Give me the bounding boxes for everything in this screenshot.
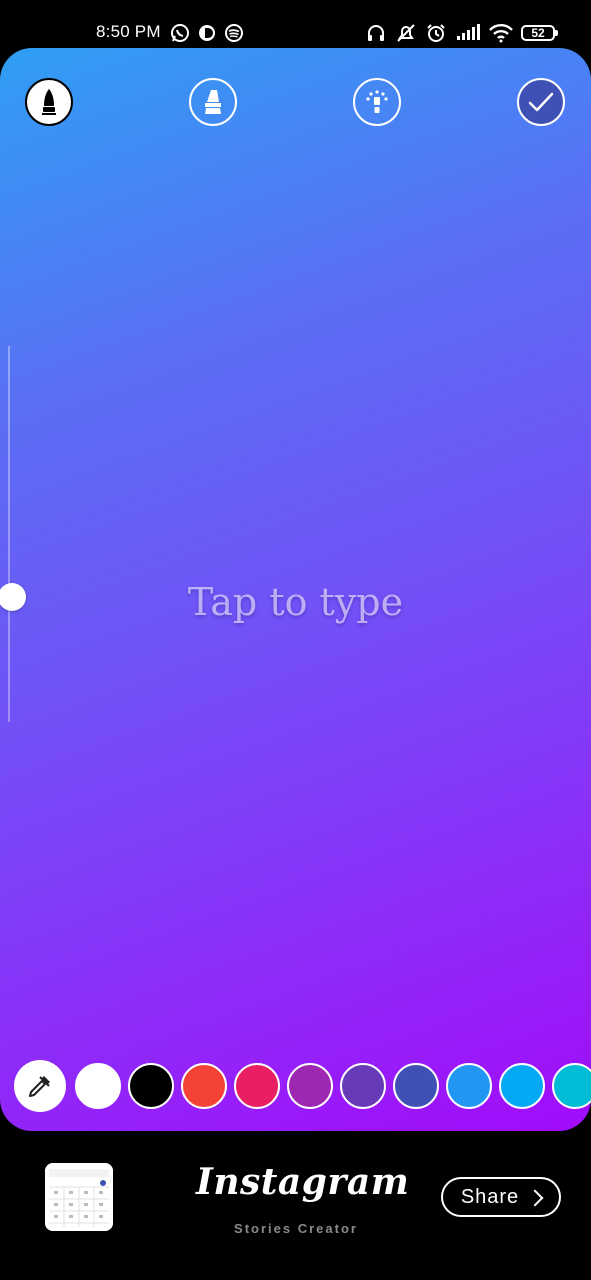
done-button[interactable] bbox=[517, 78, 565, 126]
eyedropper-icon bbox=[29, 1076, 50, 1097]
app-icon bbox=[199, 25, 215, 41]
story-canvas[interactable]: Tap to type bbox=[0, 48, 591, 1131]
marker-icon bbox=[42, 89, 56, 115]
calculator-preview-image bbox=[45, 1163, 113, 1231]
chevron-right-icon bbox=[526, 1189, 544, 1206]
effects-tool-button[interactable] bbox=[353, 78, 401, 126]
share-label: Share bbox=[460, 1185, 520, 1208]
share-button[interactable]: Share bbox=[441, 1177, 561, 1217]
color-swatch[interactable] bbox=[499, 1063, 545, 1109]
color-swatch[interactable] bbox=[287, 1063, 333, 1109]
brand-logo: Instagram bbox=[196, 1161, 410, 1203]
size-slider-track[interactable] bbox=[8, 346, 10, 722]
color-swatch[interactable] bbox=[181, 1063, 227, 1109]
done-check-icon bbox=[528, 92, 554, 112]
eyedropper-button[interactable] bbox=[14, 1060, 66, 1112]
bottom-bar: Instagram Stories Creator Share bbox=[0, 1131, 591, 1280]
color-swatch[interactable] bbox=[393, 1063, 439, 1109]
app-thumbnail[interactable] bbox=[45, 1163, 113, 1231]
color-swatch[interactable] bbox=[128, 1063, 174, 1109]
status-time: 8:50 PM bbox=[96, 22, 161, 41]
app-screen: 8:50 PM 52 Tap to type Instagram Stories… bbox=[0, 0, 591, 1280]
color-swatch[interactable] bbox=[234, 1063, 280, 1109]
mute-icon bbox=[397, 24, 415, 42]
marker-tool-button[interactable] bbox=[25, 78, 73, 126]
brand-subtitle: Stories Creator bbox=[234, 1221, 358, 1236]
effects-icon bbox=[366, 90, 388, 113]
color-palette bbox=[14, 1060, 591, 1112]
color-palette-row bbox=[14, 1060, 591, 1112]
color-swatch[interactable] bbox=[552, 1063, 591, 1109]
brush-tool-button[interactable] bbox=[189, 78, 237, 126]
headphones-icon bbox=[368, 25, 384, 41]
signal-icon bbox=[457, 24, 480, 40]
status-bar: 8:50 PM 52 bbox=[0, 0, 591, 50]
battery-icon: 52 bbox=[521, 25, 558, 41]
brush-icon bbox=[205, 90, 221, 114]
text-placeholder[interactable]: Tap to type bbox=[0, 580, 591, 624]
alarm-icon bbox=[427, 24, 445, 42]
color-swatch[interactable] bbox=[340, 1063, 386, 1109]
color-swatch[interactable] bbox=[75, 1063, 121, 1109]
color-swatch[interactable] bbox=[446, 1063, 492, 1109]
whatsapp-icon bbox=[171, 24, 189, 42]
wifi-icon bbox=[489, 24, 513, 43]
spotify-icon bbox=[225, 24, 243, 42]
